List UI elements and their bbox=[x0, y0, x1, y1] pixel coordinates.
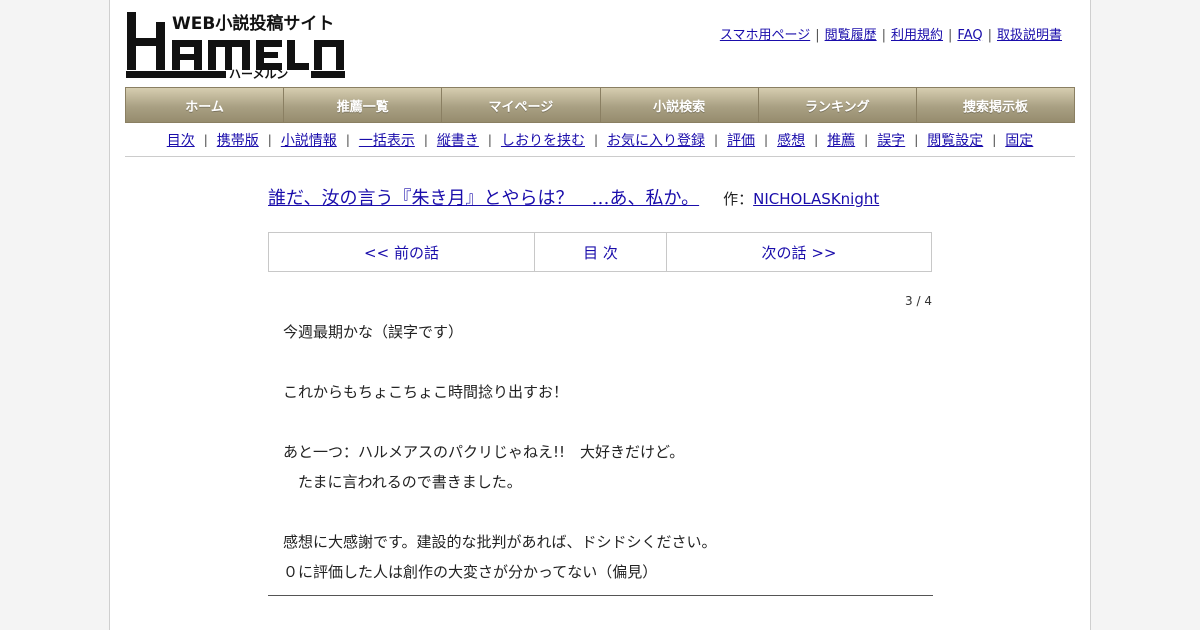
text-line: あと一つ：ハルメアスのパクリじゃねえ!! 大好きだけど。 bbox=[283, 443, 685, 461]
author-prefix: 作： bbox=[723, 190, 754, 208]
subnav-bookmark[interactable]: しおりを挟む bbox=[501, 130, 585, 150]
novel-title-link[interactable]: 誰だ、汝の言う『朱き月』とやらは？ …あ、私か。 bbox=[268, 188, 699, 209]
subnav-show-all[interactable]: 一括表示 bbox=[359, 130, 415, 150]
text-line: たまに言われるので書きました。 bbox=[283, 473, 522, 491]
toc-link[interactable]: 目 次 bbox=[535, 233, 667, 271]
text-line: ０に評価した人は創作の大変さが分かってない（偏見） bbox=[283, 563, 658, 581]
svg-text:ハーメルン: ハーメルン bbox=[229, 67, 288, 80]
next-episode-link[interactable]: 次の話 >> bbox=[667, 233, 931, 271]
episode-nav: << 前の話 目 次 次の話 >> bbox=[268, 232, 932, 272]
nav-ranking[interactable]: ランキング bbox=[759, 88, 917, 122]
subnav-view-settings[interactable]: 閲覧設定 bbox=[927, 130, 983, 150]
subnav-typo[interactable]: 誤字 bbox=[877, 130, 905, 150]
link-manual[interactable]: 取扱説明書 bbox=[997, 28, 1062, 43]
subnav-pin[interactable]: 固定 bbox=[1005, 130, 1033, 150]
title-line: 誰だ、汝の言う『朱き月』とやらは？ …あ、私か。 作：NICHOLASKnight bbox=[268, 184, 968, 210]
page-container: WEB小説投稿サイト ハーメルン スマホ用ページ | 閲覧履歴 | 利用規約 | FAQ | 取… bbox=[109, 0, 1091, 630]
site-logo[interactable]: WEB小説投稿サイト ハーメルン bbox=[126, 10, 346, 81]
subnav-mobile[interactable]: 携帯版 bbox=[217, 130, 259, 150]
subnav-review[interactable]: 感想 bbox=[777, 130, 805, 150]
hameln-logo-icon: WEB小説投稿サイト ハーメルン bbox=[126, 12, 345, 81]
subnav-novel-info[interactable]: 小説情報 bbox=[281, 130, 337, 150]
svg-text:WEB小説投稿サイト: WEB小説投稿サイト bbox=[172, 13, 334, 34]
text-line: これからもちょこちょこ時間捻り出すお！ bbox=[283, 383, 569, 401]
link-smartphone-page[interactable]: スマホ用ページ bbox=[720, 28, 810, 43]
page-counter: 3 / 4 bbox=[905, 294, 932, 308]
subnav-vertical[interactable]: 縦書き bbox=[437, 130, 479, 150]
author-link[interactable]: NICHOLASKnight bbox=[753, 190, 879, 208]
text-line: 今週最期かな（誤字です） bbox=[283, 323, 464, 341]
link-terms[interactable]: 利用規約 bbox=[891, 28, 943, 43]
link-faq[interactable]: FAQ bbox=[957, 28, 982, 43]
nav-my-page[interactable]: マイページ bbox=[442, 88, 601, 122]
text-line bbox=[283, 347, 923, 377]
subnav-favorite[interactable]: お気に入り登録 bbox=[607, 130, 705, 150]
nav-search-board[interactable]: 捜索掲示板 bbox=[917, 88, 1074, 122]
sub-nav: 目次 | 携帯版 | 小説情報 | 一括表示 | 縦書き | しおりを挟む | お気に入り登… bbox=[125, 124, 1075, 157]
nav-novel-search[interactable]: 小説検索 bbox=[601, 88, 759, 122]
prev-episode-link[interactable]: << 前の話 bbox=[269, 233, 535, 271]
subnav-recommend[interactable]: 推薦 bbox=[827, 130, 855, 150]
top-links: スマホ用ページ | 閲覧履歴 | 利用規約 | FAQ | 取扱説明書 bbox=[719, 28, 1062, 43]
text-line bbox=[283, 497, 923, 527]
text-line: 感想に大感謝です。建設的な批判があれば、ドシドシください。 bbox=[283, 533, 717, 551]
preface-text: 今週最期かな（誤字です） これからもちょこちょこ時間捻り出すお！ あと一つ：ハル… bbox=[283, 317, 923, 587]
nav-recommend-list[interactable]: 推薦一覧 bbox=[284, 88, 443, 122]
main-nav: ホーム 推薦一覧 マイページ 小説検索 ランキング 捜索掲示板 bbox=[125, 87, 1075, 123]
text-line bbox=[283, 407, 923, 437]
content-divider bbox=[268, 595, 933, 596]
subnav-rating[interactable]: 評価 bbox=[727, 130, 755, 150]
subnav-toc[interactable]: 目次 bbox=[167, 130, 195, 150]
nav-home[interactable]: ホーム bbox=[126, 88, 285, 122]
link-history[interactable]: 閲覧履歴 bbox=[825, 28, 877, 43]
